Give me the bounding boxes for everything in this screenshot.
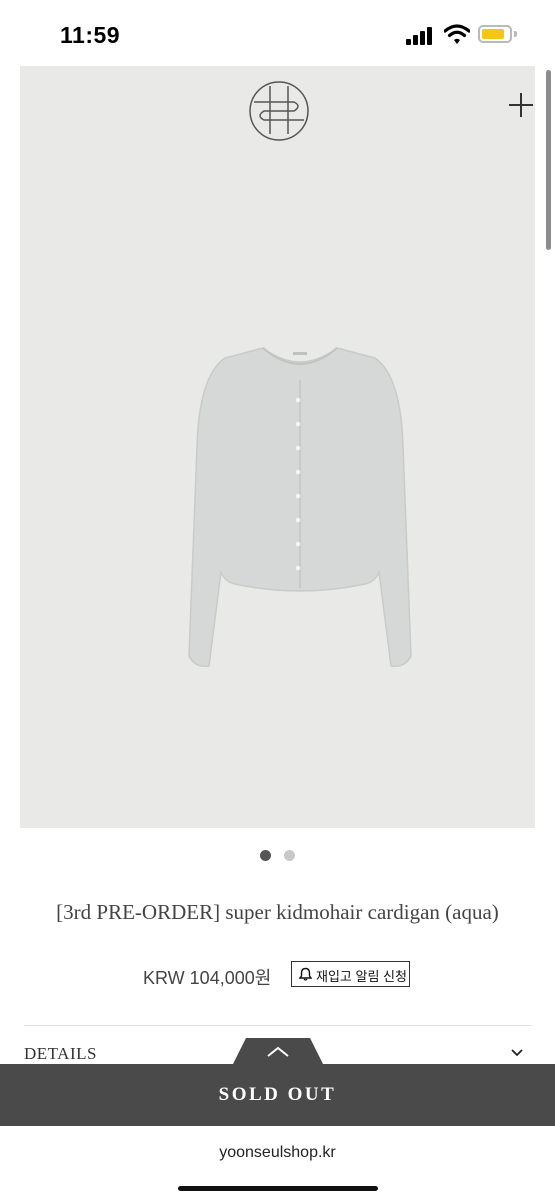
browser-footer: yoonseulshop.kr	[0, 1126, 555, 1200]
battery-icon	[478, 25, 512, 43]
pagination-dot-active[interactable]	[260, 850, 271, 861]
signal-icon	[406, 27, 436, 45]
scrollbar[interactable]	[546, 70, 551, 250]
chevron-down-icon	[511, 1049, 523, 1057]
bell-icon	[299, 967, 312, 981]
status-bar: 11:59	[0, 0, 555, 66]
product-price: KRW 104,000원	[143, 968, 272, 988]
divider	[24, 1025, 531, 1026]
battery-cap	[514, 31, 517, 37]
details-label: DETAILS	[24, 1044, 97, 1063]
restock-alert-label: 재입고 알림 신청	[316, 969, 407, 984]
product-title: [3rd PRE-ORDER] super kidmohair cardigan…	[56, 900, 499, 924]
pagination-dot[interactable]	[284, 850, 295, 861]
cardigan-image	[188, 347, 412, 668]
restock-alert-button[interactable]: 재입고 알림 신청	[291, 961, 410, 987]
wifi-icon	[444, 24, 470, 44]
product-image[interactable]	[20, 66, 535, 828]
price-row: KRW 104,000원 재입고 알림 신청	[0, 960, 555, 992]
sold-out-button[interactable]: SOLD OUT	[0, 1064, 555, 1126]
expand-tab[interactable]	[232, 1038, 324, 1066]
plus-icon[interactable]	[506, 90, 536, 120]
status-time: 11:59	[60, 22, 121, 48]
url-bar[interactable]: yoonseulshop.kr	[0, 1144, 555, 1162]
home-indicator	[178, 1186, 378, 1191]
brand-logo	[249, 81, 309, 141]
sold-out-label: SOLD OUT	[218, 1084, 337, 1105]
